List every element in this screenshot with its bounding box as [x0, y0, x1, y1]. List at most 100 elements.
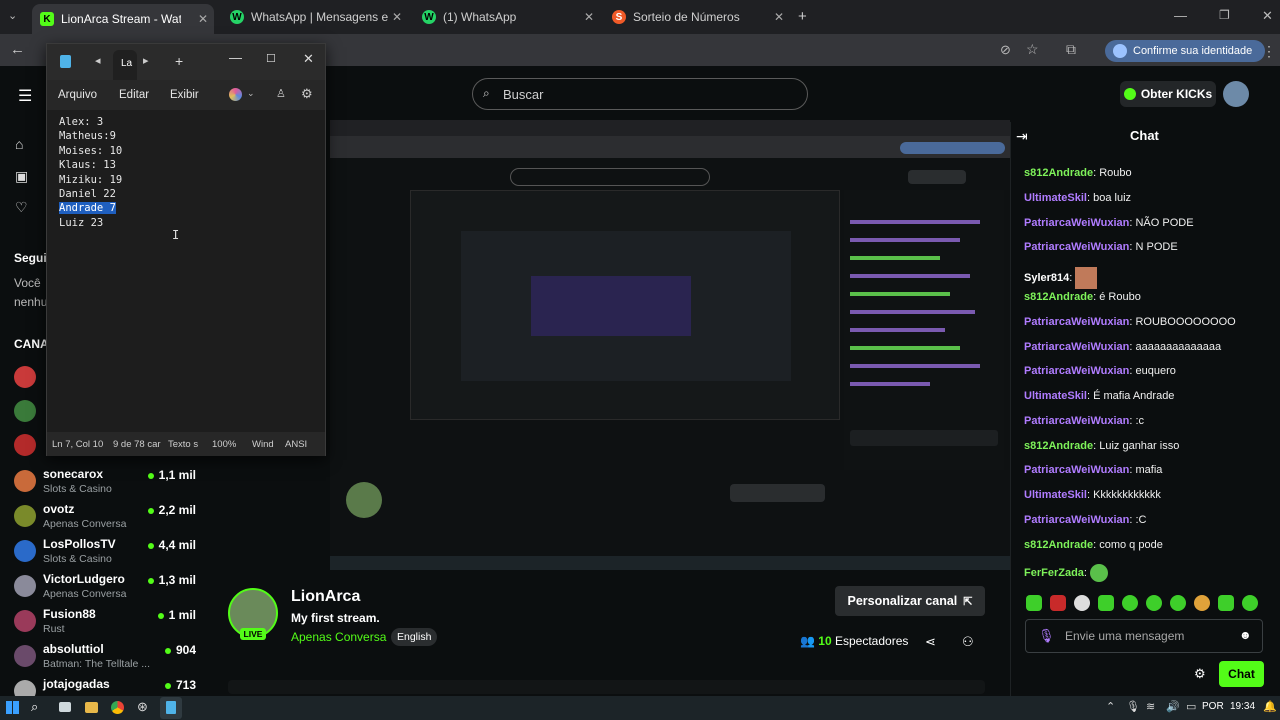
- wifi-icon[interactable]: ≋: [1146, 700, 1155, 713]
- tab-whatsapp[interactable]: W WhatsApp | Mensagens e ligaç ✕: [222, 4, 408, 30]
- chat-send-button[interactable]: Chat: [1219, 661, 1264, 687]
- close-icon[interactable]: ✕: [774, 10, 784, 24]
- microphone-icon[interactable]: 🎙: [1038, 628, 1055, 644]
- search-input[interactable]: ⌕ Buscar: [472, 78, 808, 110]
- menu-editar[interactable]: Editar: [119, 89, 149, 101]
- chevron-down-icon[interactable]: ⌄: [247, 88, 255, 99]
- sidebar-channel-ovotz[interactable]: ovotz Apenas Conversa 2,2 mil: [14, 501, 196, 535]
- browser-menu-icon[interactable]: ⋮: [1262, 43, 1276, 60]
- notepad-window[interactable]: ◂ La ▸ + — ☐ ✕ Arquivo Editar Exibir ⌄ ♙…: [46, 43, 326, 456]
- chat-username[interactable]: FerFerZada: [1024, 567, 1084, 579]
- emote-icon[interactable]: [1026, 595, 1042, 611]
- new-tab-button[interactable]: +: [175, 53, 183, 69]
- windows-start-icon[interactable]: [6, 701, 19, 714]
- channel-avatar[interactable]: [14, 366, 36, 388]
- task-view-icon[interactable]: [59, 702, 71, 712]
- close-button[interactable]: ✕: [303, 51, 314, 67]
- sidebar-channel-jotajogadas[interactable]: jotajogadas 713: [14, 676, 196, 702]
- emoji-picker-icon[interactable]: ☻: [1239, 628, 1252, 642]
- chrome-icon[interactable]: [111, 701, 124, 714]
- emote-icon[interactable]: [1170, 595, 1186, 611]
- emote-icon[interactable]: [1098, 595, 1114, 611]
- chat-username[interactable]: PatriarcaWeiWuxian: [1024, 316, 1129, 328]
- language-tag[interactable]: English: [391, 628, 438, 646]
- minimize-button[interactable]: —: [229, 50, 242, 65]
- tab-scroll-left-icon[interactable]: ◂: [95, 54, 101, 67]
- file-explorer-icon[interactable]: [85, 702, 98, 713]
- home-icon[interactable]: ⌂: [15, 136, 23, 152]
- language-indicator[interactable]: POR: [1202, 701, 1224, 712]
- bookmark-star-icon[interactable]: ☆: [1026, 41, 1039, 58]
- obter-kicks-button[interactable]: Obter KICKs: [1120, 81, 1216, 107]
- menu-arquivo[interactable]: Arquivo: [58, 89, 97, 101]
- close-icon[interactable]: ✕: [584, 10, 594, 24]
- sidebar-channel-absoluttiol[interactable]: absoluttiol Batman: The Telltale ... 904: [14, 641, 196, 675]
- hamburger-menu-icon[interactable]: ☰: [18, 86, 32, 106]
- chat-username[interactable]: PatriarcaWeiWuxian: [1024, 415, 1129, 427]
- chat-input[interactable]: 🎙 Envie uma mensagem ☻: [1025, 619, 1263, 653]
- chat-username[interactable]: s812Andrade: [1024, 167, 1093, 179]
- tab-sorteio[interactable]: S Sorteio de Números ✕: [604, 4, 790, 30]
- chat-settings-gear-icon[interactable]: ⚙: [1194, 666, 1206, 682]
- tab-whatsapp-2[interactable]: W (1) WhatsApp ✕: [414, 4, 600, 30]
- chat-username[interactable]: PatriarcaWeiWuxian: [1024, 341, 1129, 353]
- chat-username[interactable]: s812Andrade: [1024, 539, 1093, 551]
- back-arrow-icon[interactable]: ←: [10, 41, 25, 58]
- video-player[interactable]: [330, 120, 1010, 570]
- chat-username[interactable]: UltimateSkil: [1024, 489, 1087, 501]
- chat-username[interactable]: PatriarcaWeiWuxian: [1024, 241, 1129, 253]
- new-tab-button[interactable]: +: [798, 8, 807, 25]
- chat-username[interactable]: PatriarcaWeiWuxian: [1024, 365, 1129, 377]
- volume-icon[interactable]: 🔊: [1166, 700, 1180, 713]
- channel-avatar[interactable]: [14, 400, 36, 422]
- restore-button[interactable]: ❐: [1219, 8, 1230, 22]
- account-icon[interactable]: ♙: [276, 87, 286, 100]
- camera-blocked-icon[interactable]: ⊘: [1000, 42, 1011, 58]
- following-heart-icon[interactable]: ♡: [15, 199, 28, 216]
- settings-gear-icon[interactable]: ⚙: [301, 86, 313, 102]
- minimize-button[interactable]: —: [1174, 8, 1187, 23]
- extensions-icon[interactable]: ⧉: [1066, 41, 1076, 58]
- sidebar-channel-lospollostv[interactable]: LosPollosTV Slots & Casino 4,4 mil: [14, 536, 196, 570]
- sidebar-channel-victorludgero[interactable]: VictorLudgero Apenas Conversa 1,3 mil: [14, 571, 196, 605]
- emote-icon[interactable]: [1218, 595, 1234, 611]
- chat-username[interactable]: Syler814: [1024, 272, 1069, 284]
- chat-username[interactable]: s812Andrade: [1024, 440, 1093, 452]
- search-icon[interactable]: ⌕: [31, 699, 38, 715]
- confirm-identity-button[interactable]: Confirme sua identidade: [1105, 40, 1265, 62]
- user-avatar[interactable]: [1223, 81, 1249, 107]
- maximize-button[interactable]: ☐: [266, 52, 276, 65]
- chat-username[interactable]: s812Andrade: [1024, 291, 1093, 303]
- emote-icon[interactable]: [1146, 595, 1162, 611]
- close-icon[interactable]: ✕: [198, 12, 208, 26]
- sidebar-channel-sonecarox[interactable]: sonecarox Slots & Casino 1,1 mil: [14, 466, 196, 500]
- menu-exibir[interactable]: Exibir: [170, 89, 199, 101]
- stream-category[interactable]: Apenas Conversa: [291, 630, 386, 644]
- chat-username[interactable]: PatriarcaWeiWuxian: [1024, 464, 1129, 476]
- tab-scroll-right-icon[interactable]: ▸: [143, 54, 149, 67]
- notification-bell-icon[interactable]: 🔔: [1263, 700, 1277, 713]
- chat-username[interactable]: UltimateSkil: [1024, 192, 1087, 204]
- emote-icon[interactable]: [1074, 595, 1090, 611]
- chat-username[interactable]: PatriarcaWeiWuxian: [1024, 217, 1129, 229]
- customize-channel-button[interactable]: Personalizar canal ⇱: [835, 586, 985, 616]
- collapse-chat-icon[interactable]: ⇥: [1016, 128, 1028, 145]
- emote-icon[interactable]: [1122, 595, 1138, 611]
- channel-avatar[interactable]: [14, 434, 36, 456]
- chat-username[interactable]: PatriarcaWeiWuxian: [1024, 514, 1129, 526]
- copilot-icon[interactable]: [229, 88, 242, 101]
- tab-search-icon[interactable]: ⌄: [8, 9, 17, 22]
- app-icon[interactable]: ⊛: [137, 699, 148, 715]
- channel-name[interactable]: LionArca: [291, 588, 360, 606]
- emote-icon[interactable]: [1050, 595, 1066, 611]
- sidebar-channel-fusion88[interactable]: Fusion88 Rust 1 mil: [14, 606, 196, 640]
- notepad-text-area[interactable]: Alex: 3 Matheus:9 Moises: 10 Klaus: 13 M…: [47, 110, 325, 432]
- close-icon[interactable]: ✕: [392, 10, 402, 24]
- browse-icon[interactable]: ▣: [15, 168, 28, 185]
- window-close-button[interactable]: ✕: [1262, 8, 1273, 24]
- follow-user-icon[interactable]: ⚇: [962, 634, 974, 650]
- microphone-icon[interactable]: 🎙: [1126, 700, 1140, 713]
- battery-icon[interactable]: ▭: [1186, 700, 1196, 713]
- emote-icon[interactable]: [1242, 595, 1258, 611]
- clock[interactable]: 19:34: [1230, 701, 1255, 712]
